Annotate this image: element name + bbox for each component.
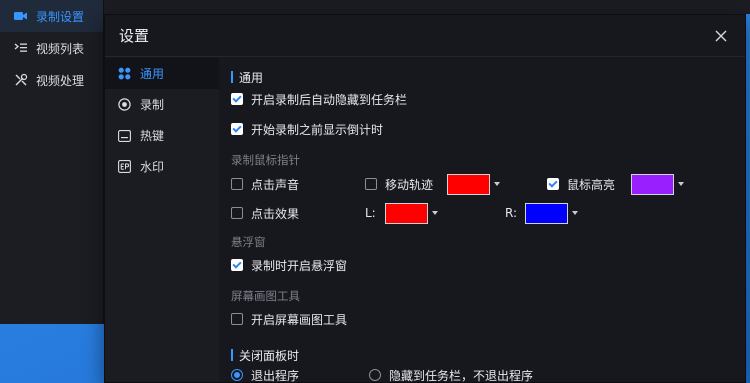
color-swatch-blue[interactable]	[525, 202, 568, 224]
group-floating-window: 悬浮窗	[231, 235, 266, 249]
right-click-label: R:	[505, 206, 518, 220]
app-nav-label: 视频列表	[36, 41, 85, 56]
option-label: 退出程序	[251, 368, 300, 383]
dialog-header: 设置	[105, 15, 745, 57]
close-icon	[715, 30, 727, 41]
sidebar-item-label: 通用	[140, 67, 165, 81]
grid-icon	[117, 67, 131, 81]
section-close-panel: 关闭面板时	[231, 346, 745, 364]
option-click-sound[interactable]: 点击声音	[231, 176, 299, 193]
checkbox-click-effect[interactable]	[231, 207, 243, 219]
sidebar-item-general[interactable]: 通用	[105, 58, 219, 89]
checkbox-move-track[interactable]	[365, 178, 377, 190]
checkbox-auto-hide[interactable]	[231, 93, 243, 105]
option-label: 开启录制后自动隐藏到任务栏	[251, 92, 408, 107]
color-swatch-red[interactable]	[447, 173, 490, 195]
group-drawing-tool: 屏幕画图工具	[231, 289, 300, 303]
sidebar-item-hotkey[interactable]: 热键	[105, 120, 219, 151]
left-click-label: L:	[365, 206, 376, 220]
mouse-row-1: 点击声音 移动轨迹 鼠标高亮	[231, 170, 745, 198]
main-app-window: 录制设置 视频列表 视频处理	[0, 0, 104, 324]
option-label: 点击效果	[251, 206, 300, 221]
app-nav-video-processing[interactable]: 视频处理	[0, 64, 103, 96]
camera-icon	[14, 9, 28, 23]
keyboard-icon	[117, 129, 131, 143]
section-title: 关闭面板时	[239, 348, 300, 363]
radio-button[interactable]	[231, 369, 243, 381]
option-mouse-highlight[interactable]: 鼠标高亮	[547, 176, 615, 193]
option-auto-hide[interactable]: 开启录制后自动隐藏到任务栏	[231, 86, 745, 112]
option-countdown[interactable]: 开始录制之前显示倒计时	[231, 116, 745, 142]
option-label: 移动轨迹	[385, 177, 434, 192]
option-click-effect[interactable]: 点击效果	[231, 205, 299, 222]
checkbox-open-drawing[interactable]	[231, 313, 243, 325]
chevron-down-icon[interactable]	[678, 182, 684, 186]
checkbox-mouse-highlight[interactable]	[547, 178, 559, 190]
sidebar-item-watermark[interactable]: 水印	[105, 151, 219, 182]
radio-exit-program[interactable]: 退出程序	[231, 367, 300, 383]
main-window-titlebar	[104, 0, 750, 14]
group-mouse-pointer: 录制鼠标指针	[231, 153, 300, 167]
option-label: 录制时开启悬浮窗	[251, 258, 348, 273]
sidebar-item-record[interactable]: 录制	[105, 89, 219, 120]
checkbox-countdown[interactable]	[231, 123, 243, 135]
sidebar-item-label: 录制	[140, 98, 165, 112]
chevron-down-icon[interactable]	[494, 182, 500, 186]
chevron-down-icon[interactable]	[432, 211, 438, 215]
sidebar-item-label: 水印	[140, 160, 165, 174]
option-label: 鼠标高亮	[567, 177, 616, 192]
option-open-drawing[interactable]: 开启屏幕画图工具	[231, 306, 745, 332]
color-swatch-purple[interactable]	[631, 173, 674, 195]
close-panel-options: 退出程序 隐藏到任务栏，不退出程序	[231, 364, 745, 382]
checkbox-open-float[interactable]	[231, 259, 243, 271]
color-swatch-red[interactable]	[385, 202, 428, 224]
sidebar-item-label: 热键	[140, 129, 165, 143]
color-picker-right-click[interactable]	[525, 202, 578, 224]
color-picker-left-click[interactable]	[385, 202, 438, 224]
color-picker-highlight[interactable]	[631, 173, 684, 195]
mouse-row-2: 点击效果 L: R:	[231, 198, 745, 228]
list-icon	[14, 41, 28, 55]
record-icon	[117, 98, 131, 112]
section-accent-bar	[231, 71, 233, 83]
option-label: 开始录制之前显示倒计时	[251, 122, 384, 137]
radio-hide-to-taskbar[interactable]: 隐藏到任务栏，不退出程序	[369, 367, 534, 383]
watermark-icon	[117, 160, 131, 174]
option-open-float[interactable]: 录制时开启悬浮窗	[231, 252, 745, 278]
chevron-down-icon[interactable]	[572, 211, 578, 215]
close-button[interactable]	[711, 26, 731, 46]
section-general: 通用	[231, 68, 745, 86]
color-picker-move-track[interactable]	[447, 173, 500, 195]
checkbox-click-sound[interactable]	[231, 178, 243, 190]
settings-sidebar: 通用 录制 热键 水印	[105, 58, 219, 382]
section-title: 通用	[239, 70, 264, 85]
option-label: 开启屏幕画图工具	[251, 312, 348, 327]
radio-button[interactable]	[369, 369, 381, 381]
app-nav-label: 录制设置	[36, 9, 85, 24]
settings-content: 通用 开启录制后自动隐藏到任务栏 开始录制之前显示倒计时 录制鼠标指针 点击声音…	[219, 58, 745, 382]
section-accent-bar	[231, 349, 233, 361]
option-move-track[interactable]: 移动轨迹	[365, 176, 433, 193]
tools-icon	[14, 73, 28, 87]
settings-dialog: 设置 通用 录制 热键 水印 通用 开启录制后自动隐藏到任务栏 开始录制之前显示…	[104, 14, 746, 383]
app-nav-record-settings[interactable]: 录制设置	[0, 0, 103, 32]
app-nav-label: 视频处理	[36, 73, 85, 88]
app-nav-video-list[interactable]: 视频列表	[0, 32, 103, 64]
option-label: 点击声音	[251, 177, 300, 192]
dialog-title: 设置	[119, 27, 150, 45]
option-label: 隐藏到任务栏，不退出程序	[389, 368, 534, 383]
